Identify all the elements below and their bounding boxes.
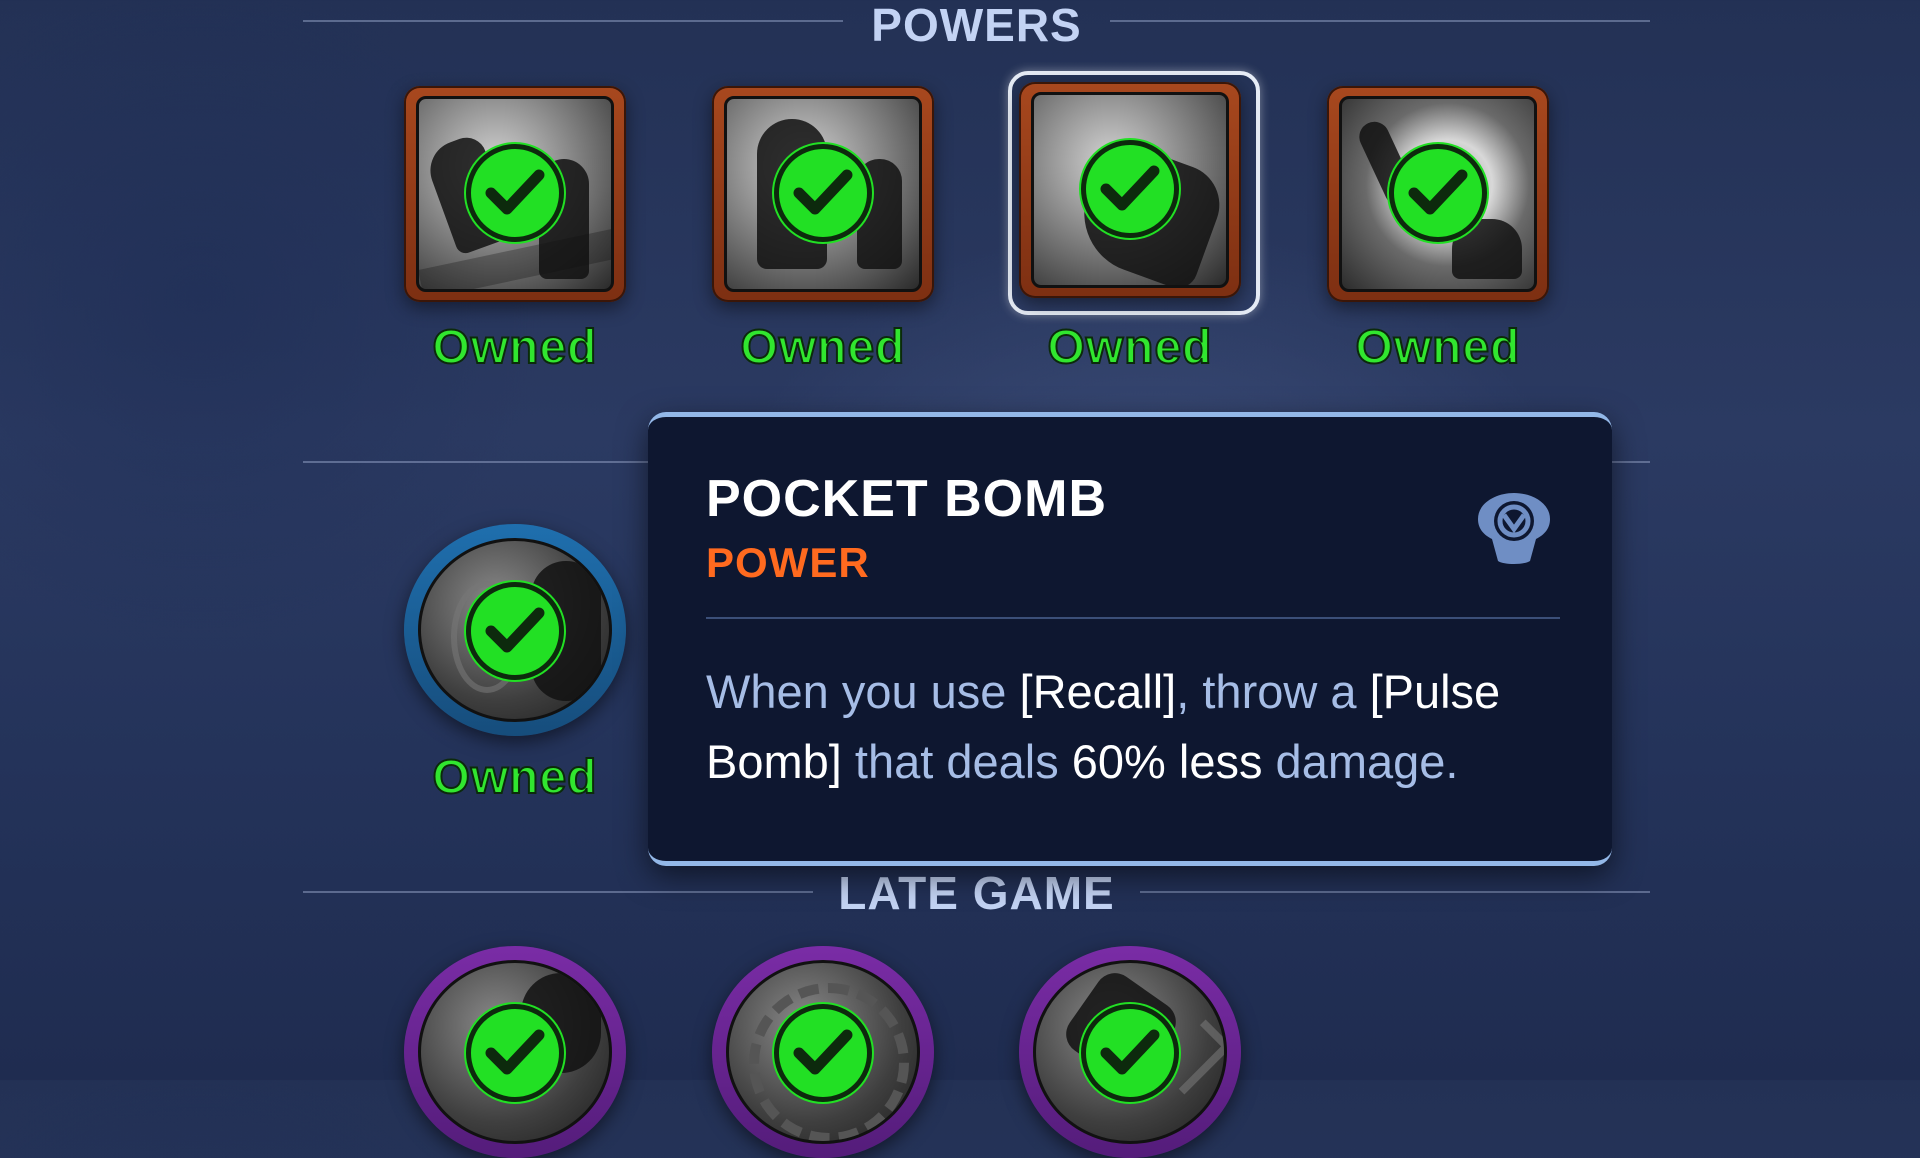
power-slot-3[interactable] [1019,82,1241,298]
power-status-2: Owned [739,320,906,375]
owned-check-icon [1081,140,1179,238]
late-game-slot-1[interactable] [404,946,626,1158]
owned-check-icon [466,144,564,242]
tooltip-type: POWER [706,539,870,586]
late-game-divider-right [1140,891,1650,893]
owned-check-icon [466,1004,564,1102]
item-slot[interactable] [404,524,626,736]
desc-text: , throw a [1176,665,1370,718]
late-game-slot-2[interactable] [712,946,934,1158]
power-status-1: Owned [431,320,598,375]
desc-text: that deals [841,735,1072,788]
late-game-divider-left [303,891,813,893]
tooltip-description: When you use [Recall], throw a [Pulse Bo… [706,657,1576,797]
late-game-slot-3[interactable] [1019,946,1241,1158]
item-status: Owned [431,750,598,805]
tooltip-divider [706,617,1560,619]
hero-emblem-icon [1478,493,1550,564]
powers-divider-left [303,20,843,22]
owned-check-icon [774,1004,872,1102]
power-slot-4[interactable] [1327,86,1549,302]
power-slot-2[interactable] [712,86,934,302]
power-status-3: Owned [1046,320,1213,375]
desc-keyword-recall: [Recall] [1019,665,1177,718]
power-slot-1[interactable] [404,86,626,302]
item-tooltip: POCKET BOMB POWER When you use [Recall],… [648,412,1612,866]
late-game-section-title: LATE GAME [838,867,1115,919]
owned-check-icon [1081,1004,1179,1102]
powers-section-title: POWERS [871,0,1082,51]
power-status-4: Owned [1354,320,1521,375]
owned-check-icon [1389,144,1487,242]
powers-divider-right [1110,20,1650,22]
owned-check-icon [774,144,872,242]
tooltip-title: POCKET BOMB [706,470,1107,528]
owned-check-icon [466,582,564,680]
desc-text: When you use [706,665,1020,718]
desc-text: damage. [1262,735,1459,788]
desc-value-damage: 60% less [1071,735,1263,788]
